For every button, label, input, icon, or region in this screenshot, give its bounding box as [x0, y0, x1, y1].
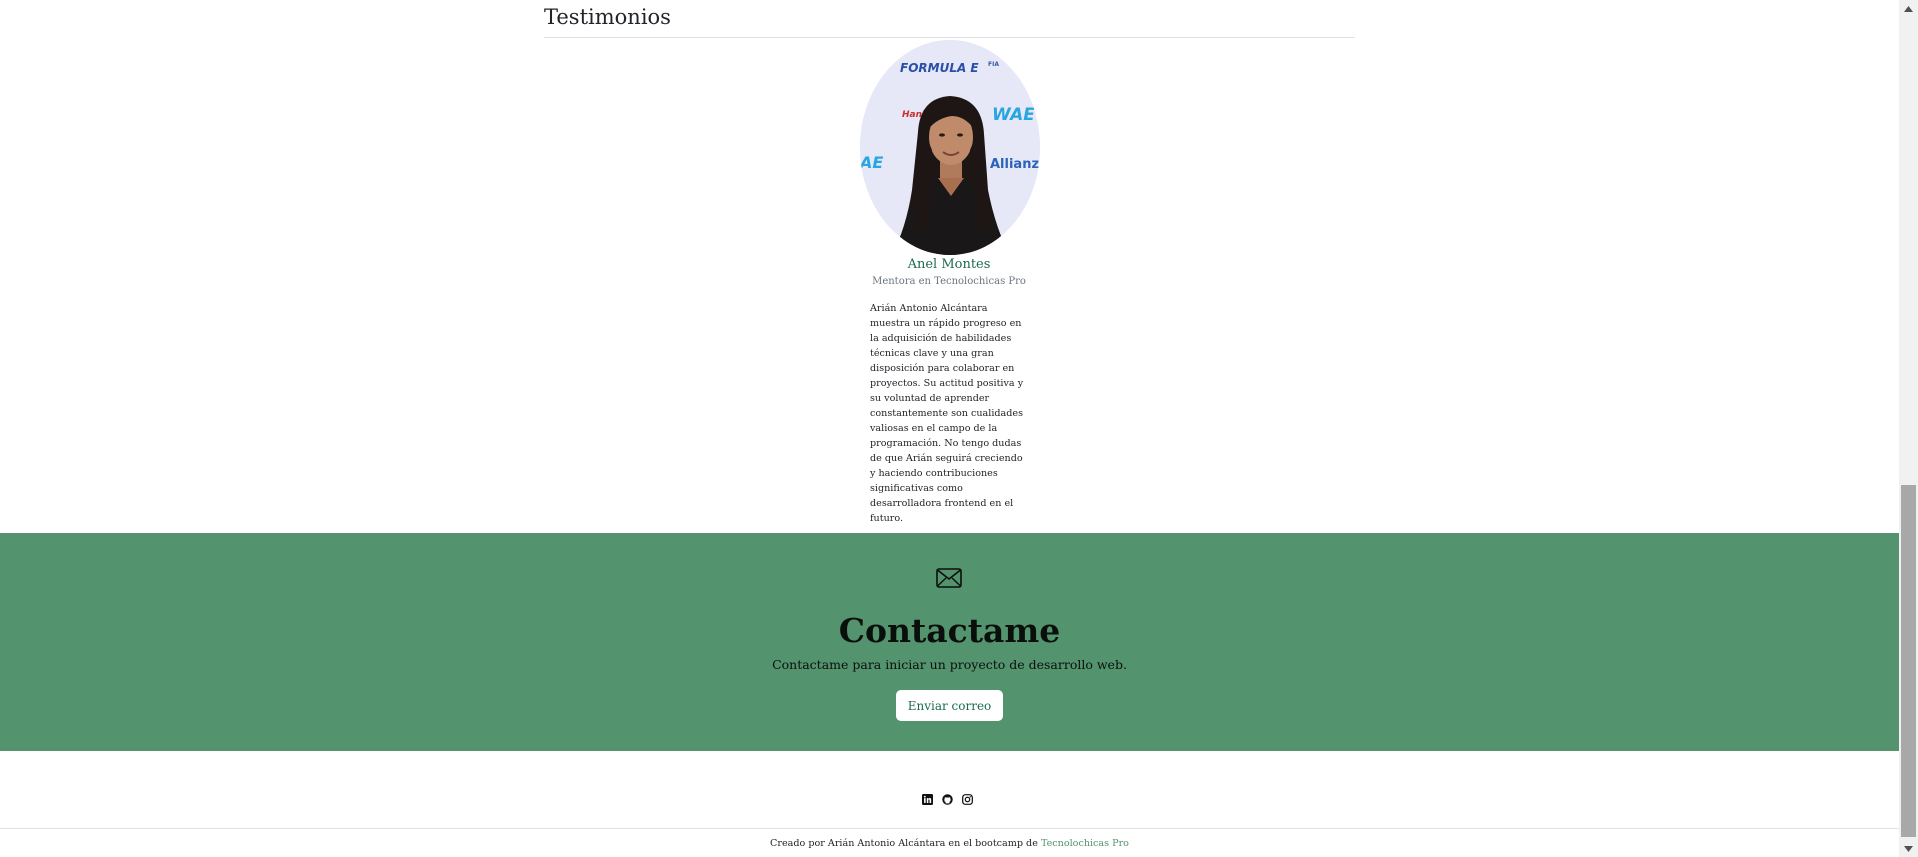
vertical-scrollbar[interactable] — [1899, 0, 1918, 857]
footer-credit: Creado por Arián Antonio Alcántara en el… — [0, 838, 1899, 850]
scroll-up-arrow-icon — [1904, 5, 1913, 12]
testimonial-role: Mentora en Tecnolochicas Pro — [872, 276, 1026, 287]
testimonial-card: FORMULA E FIA Hankook WAE Allianz AE — [860, 40, 1040, 526]
send-email-button[interactable]: Enviar correo — [896, 690, 1003, 721]
tecnolochicas-link[interactable]: Tecnolochicas Pro — [1041, 838, 1129, 849]
footer-credit-text: Creado por Arián Antonio Alcántara en el… — [770, 838, 1041, 849]
linkedin-icon — [922, 794, 933, 805]
backdrop-logo: FIA — [988, 61, 999, 68]
scroll-down-button[interactable] — [1899, 840, 1918, 857]
footer-divider — [0, 828, 1899, 829]
scrollbar-thumb[interactable] — [1901, 485, 1916, 837]
contact-subtitle: Contactame para iniciar un proyecto de d… — [772, 657, 1127, 672]
testimonial-name: Anel Montes — [907, 257, 991, 272]
avatar-photo: FORMULA E FIA Hankook WAE Allianz AE — [860, 40, 1040, 255]
github-icon — [942, 794, 953, 805]
social-links — [922, 794, 973, 805]
linkedin-link[interactable] — [922, 794, 933, 805]
backdrop-logo: WAE — [992, 105, 1035, 125]
instagram-icon — [962, 794, 973, 805]
testimonial-avatar: FORMULA E FIA Hankook WAE Allianz AE — [860, 40, 1040, 255]
github-link[interactable] — [942, 794, 953, 805]
contact-title: Contactame — [838, 611, 1061, 650]
contact-section: Contactame Contactame para iniciar un pr… — [0, 533, 1899, 751]
page: Testimonios FORMULA E FIA Hankook WAE Al… — [0, 0, 1899, 857]
backdrop-logo: Allianz — [990, 157, 1039, 172]
testimonial-text: Arián Antonio Alcántara muestra un rápid… — [870, 303, 1024, 524]
scroll-down-arrow-icon — [1904, 845, 1913, 852]
instagram-link[interactable] — [962, 794, 973, 805]
backdrop-logo: AE — [860, 153, 883, 172]
testimonials-heading: Testimonios — [544, 4, 1355, 38]
scroll-up-button[interactable] — [1899, 0, 1918, 17]
backdrop-logo: FORMULA E — [900, 61, 979, 75]
envelope-icon — [936, 568, 962, 588]
